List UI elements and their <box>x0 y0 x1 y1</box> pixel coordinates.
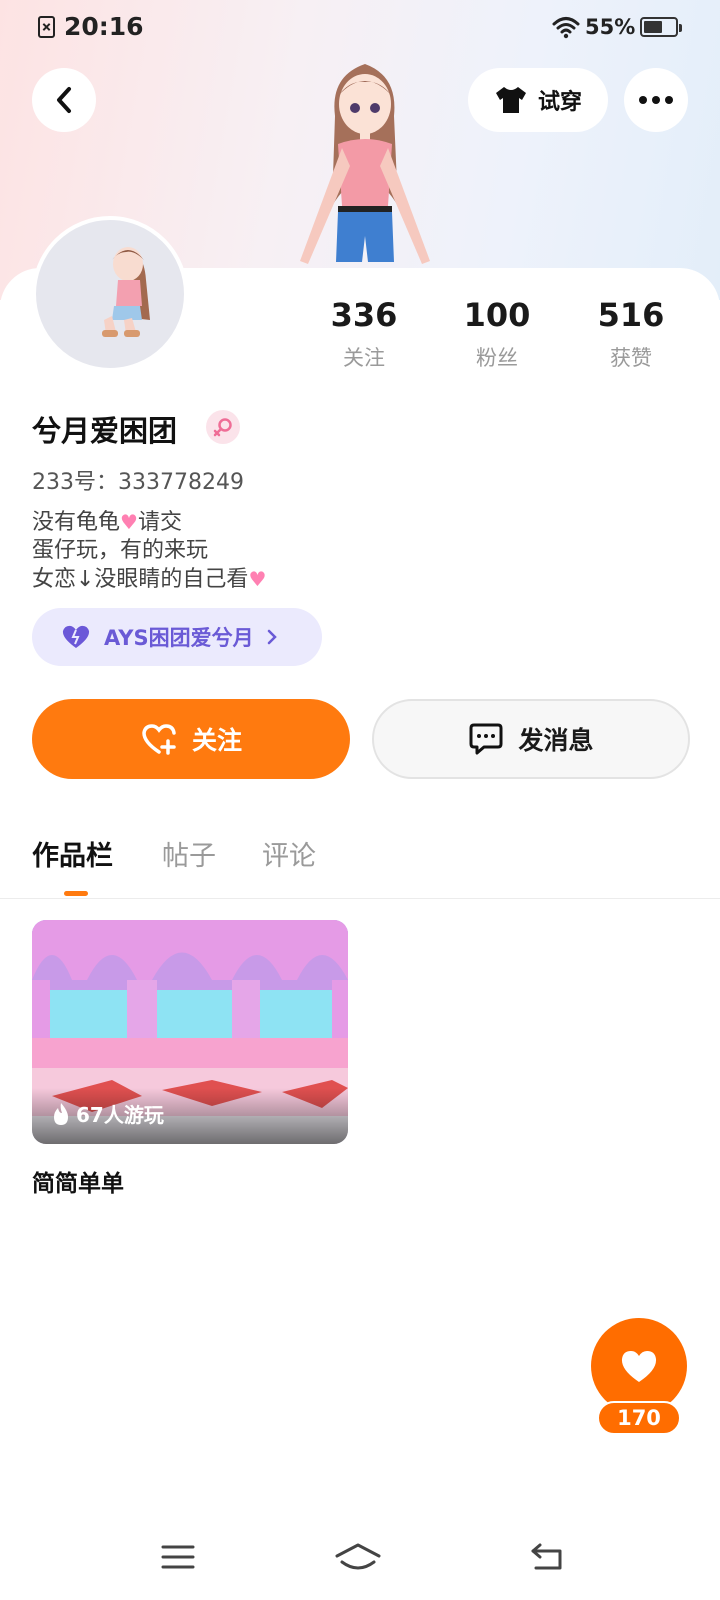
system-navigation-bar <box>0 1520 720 1600</box>
club-chip[interactable]: AYS困团爱兮月 <box>32 608 322 666</box>
more-dots-icon <box>639 96 673 104</box>
tab-posts[interactable]: 帖子 <box>162 834 216 873</box>
back-button[interactable] <box>32 68 96 132</box>
followers-label: 粉丝 <box>476 346 518 370</box>
try-on-label: 试穿 <box>537 90 582 115</box>
follow-label: 关注 <box>191 726 242 755</box>
bio-line-3: 女恋↓没眼睛的自己看 <box>32 567 249 592</box>
no-sim-icon <box>38 16 55 38</box>
club-label: AYS困团爱兮月 <box>104 626 254 650</box>
avatar[interactable] <box>32 216 188 372</box>
bio-line-2: 蛋仔玩，有的来玩 <box>32 538 209 563</box>
like-count: 170 <box>597 1401 681 1435</box>
tab-works[interactable]: 作品栏 <box>32 834 113 873</box>
tab-comments[interactable]: 评论 <box>262 834 316 873</box>
tshirt-icon <box>495 87 526 113</box>
like-button[interactable] <box>591 1318 687 1414</box>
follow-button[interactable]: 关注 <box>32 699 350 779</box>
wifi-icon <box>552 17 580 39</box>
more-options-button[interactable] <box>624 68 688 132</box>
likes-received-count: 516 <box>597 296 665 334</box>
send-message-label: 发消息 <box>518 726 594 755</box>
following-stat[interactable]: 336 关注 <box>299 296 429 372</box>
user-id: 233号：333778249 <box>32 470 244 495</box>
purple-heart-icon <box>62 625 90 648</box>
followers-count: 100 <box>463 296 531 334</box>
chevron-left-icon <box>57 87 71 113</box>
bio-line-1b: 请交 <box>137 510 182 535</box>
active-tab-indicator <box>64 891 88 896</box>
bio-line-1a: 没有龟龟 <box>32 510 121 535</box>
avatar-3d-figure <box>300 64 430 264</box>
status-time: 20:16 <box>64 12 144 41</box>
try-on-button[interactable]: 试穿 <box>468 68 608 132</box>
likes-received-label: 获赞 <box>610 346 652 370</box>
avatar-image <box>102 247 150 337</box>
battery-icon <box>640 17 682 37</box>
following-label: 关注 <box>343 346 385 370</box>
plays-count-row: 67人游玩 <box>52 1099 164 1128</box>
following-count: 336 <box>330 296 398 334</box>
pink-heart-icon: ♥ <box>120 510 138 534</box>
username: 兮月爱困团 <box>32 414 178 448</box>
followers-stat[interactable]: 100 粉丝 <box>432 296 562 372</box>
pink-heart-icon: ♥ <box>248 567 267 591</box>
heart-icon <box>621 1351 657 1382</box>
status-bar: 20:16 55% <box>0 0 720 56</box>
chevron-right-icon <box>267 629 277 645</box>
chat-bubble-icon <box>469 723 503 755</box>
menu-icon[interactable] <box>160 1542 196 1572</box>
likes-stat[interactable]: 516 获赞 <box>566 296 696 372</box>
work-card[interactable]: 67人游玩 <box>32 920 348 1144</box>
plays-count: 67人游玩 <box>76 1103 164 1127</box>
gender-badge <box>206 410 240 444</box>
battery-percentage: 55% <box>585 15 636 39</box>
home-icon[interactable] <box>334 1542 382 1574</box>
flame-icon <box>54 1102 68 1125</box>
back-nav-icon[interactable] <box>530 1542 566 1572</box>
send-message-button[interactable]: 发消息 <box>372 699 690 779</box>
bio: 没有龟龟♥请交 蛋仔玩，有的来玩 女恋↓没眼睛的自己看♥ <box>32 508 266 594</box>
tab-divider <box>0 898 720 899</box>
work-title[interactable]: 简简单单 <box>32 1164 124 1198</box>
heart-plus-icon <box>142 724 176 755</box>
female-symbol-icon <box>213 418 232 437</box>
